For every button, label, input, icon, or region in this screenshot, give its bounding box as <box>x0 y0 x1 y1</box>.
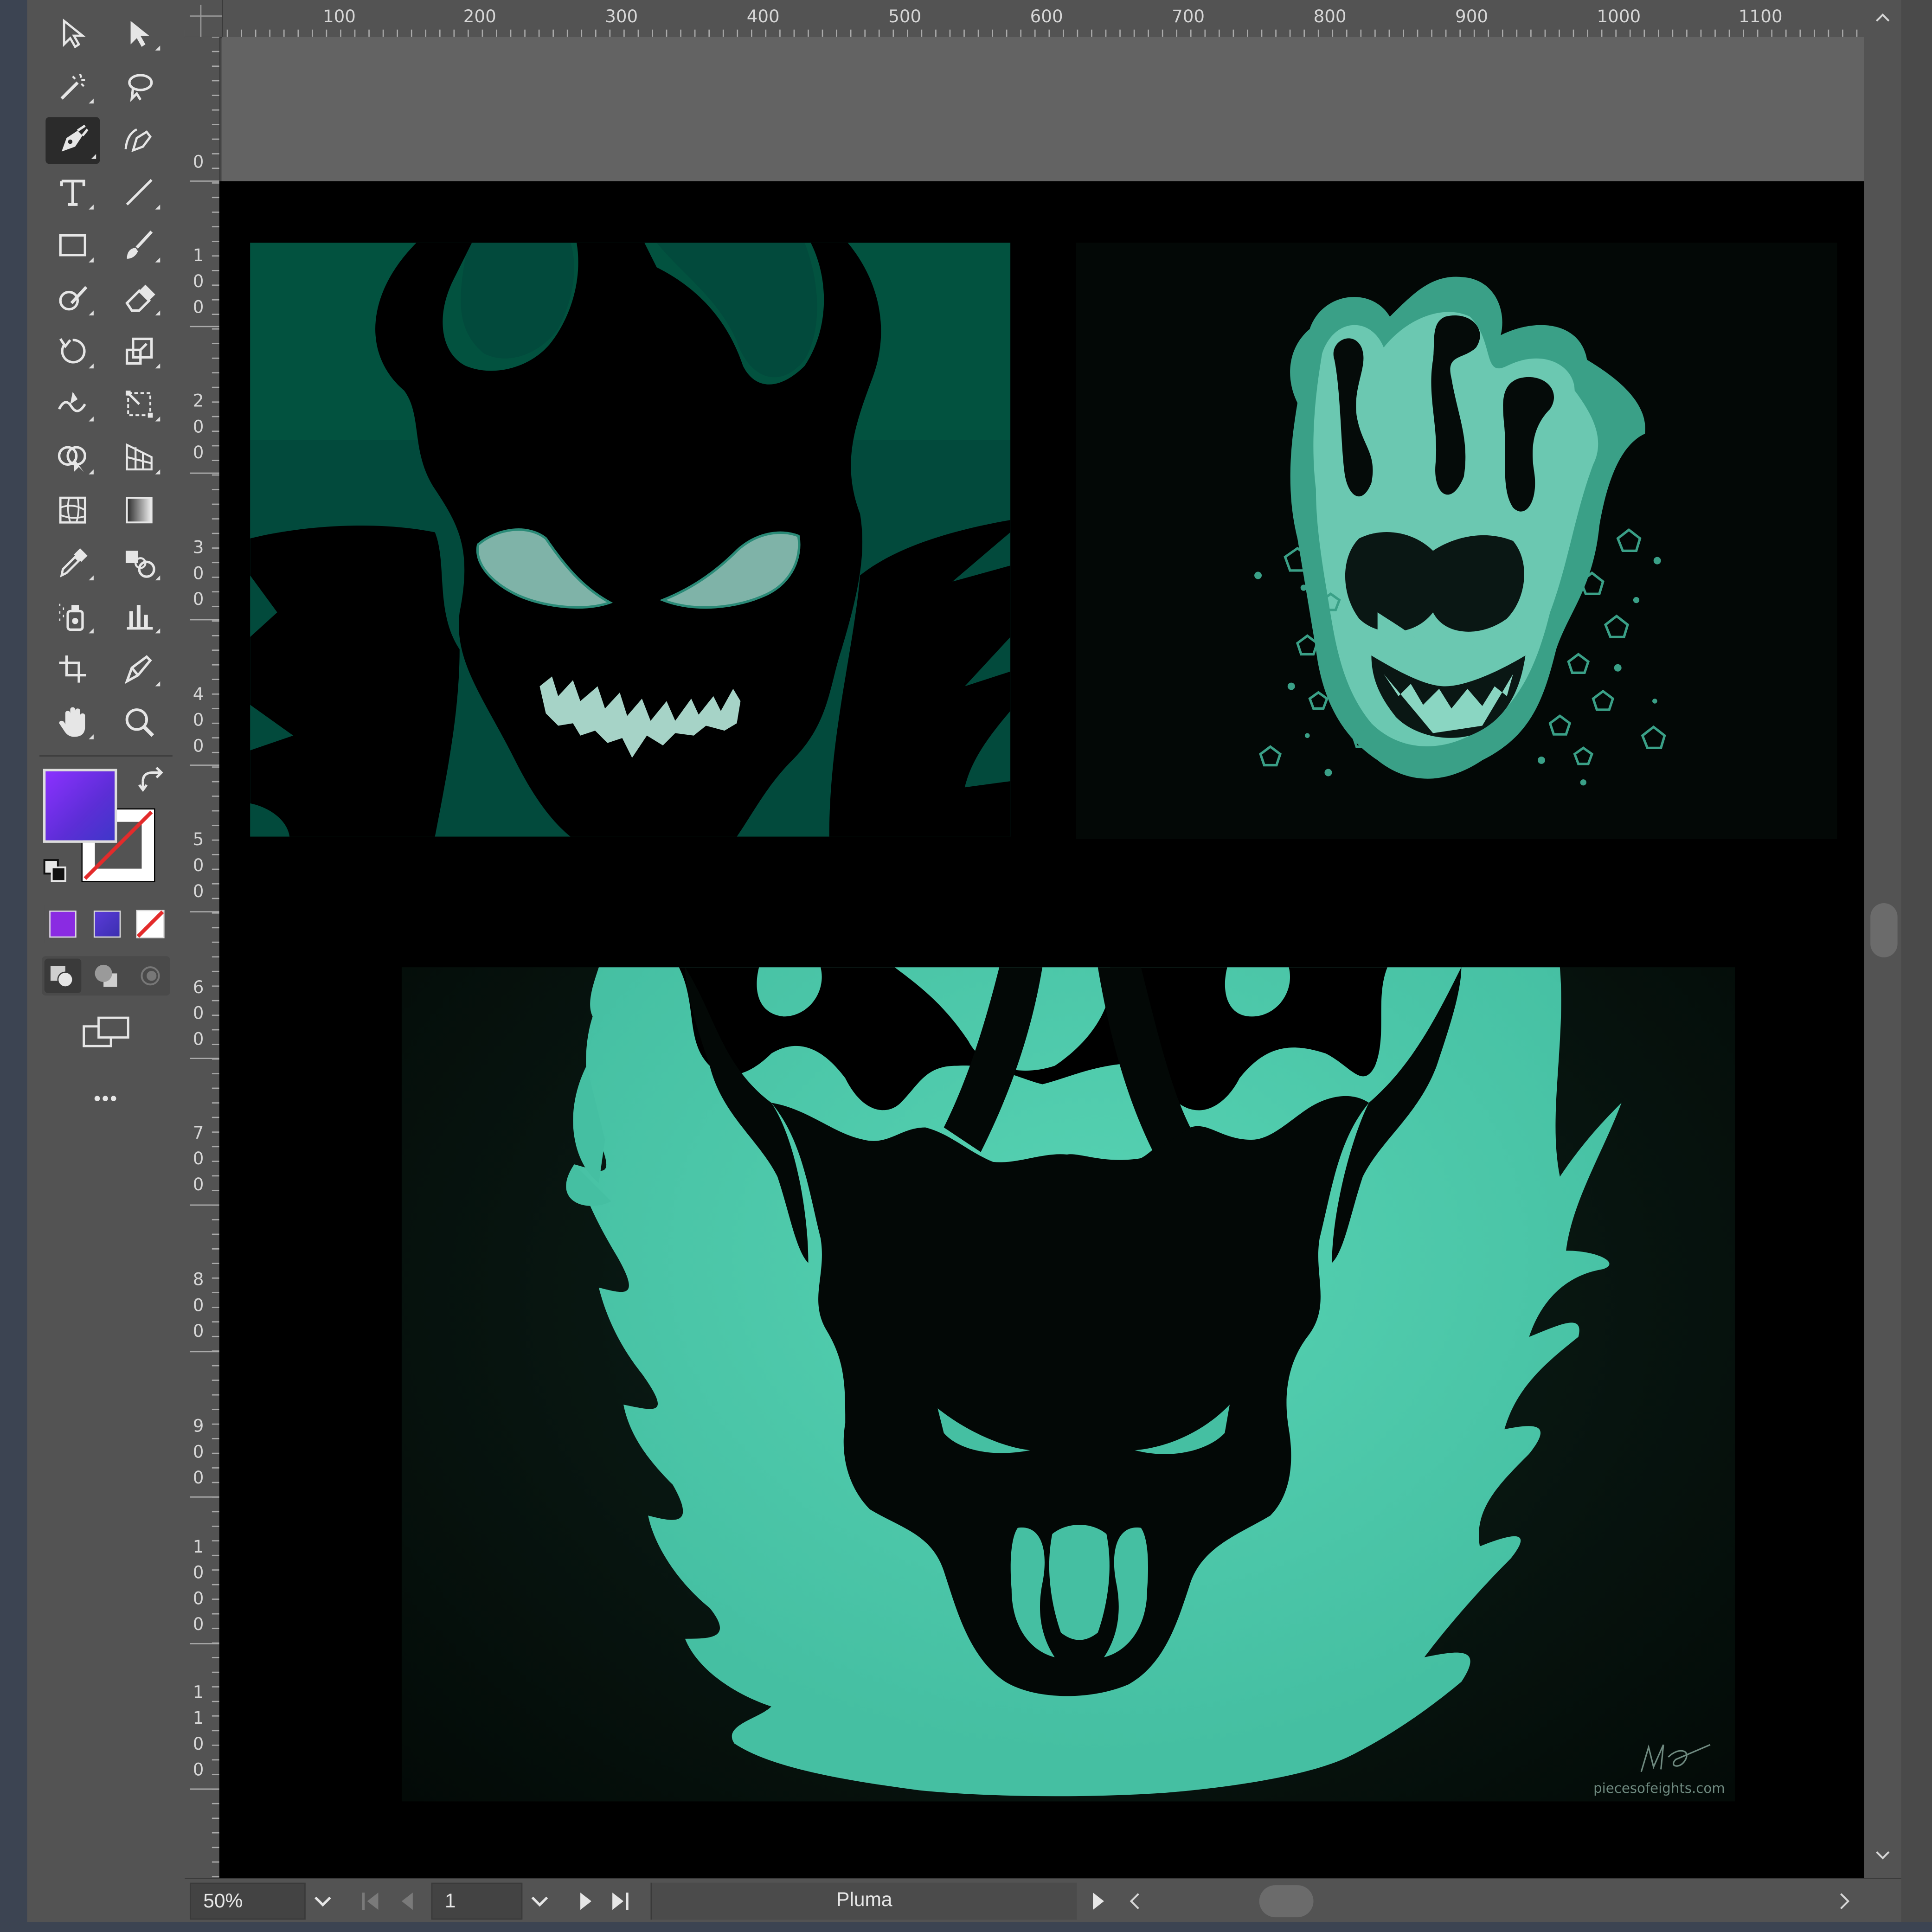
artboard[interactable]: piecesofeights.com <box>219 181 1864 1878</box>
paintbrush-tool-icon[interactable] <box>115 223 164 268</box>
ruler-top-label: 600 <box>1030 7 1063 27</box>
flaming-skull-graphic <box>566 967 1622 1797</box>
column-graph-tool-icon[interactable] <box>115 594 164 638</box>
spectral-face-graphic <box>1254 276 1666 786</box>
ruler-top-label: 300 <box>605 7 638 27</box>
ruler-top-label: 800 <box>1313 7 1347 27</box>
last-artboard-icon[interactable] <box>606 1887 633 1916</box>
shaper-tool-icon[interactable] <box>48 276 97 321</box>
free-transform-tool-icon[interactable] <box>115 382 164 426</box>
line-segment-tool-icon[interactable] <box>115 170 164 215</box>
artboard-dropdown-chevron-down-icon[interactable] <box>522 1883 557 1920</box>
toolbar-separator <box>39 755 173 757</box>
ruler-left-label: 3 0 0 <box>193 538 204 610</box>
rotate-tool-icon[interactable] <box>48 329 97 373</box>
swap-fill-stroke-icon[interactable] <box>135 766 167 798</box>
fill-swatch[interactable] <box>43 769 117 843</box>
shape-builder-tool-icon[interactable] <box>48 435 97 480</box>
ruler-left-label: 1 0 0 <box>193 246 204 318</box>
selection-tool-icon[interactable] <box>48 11 97 56</box>
direct-selection-tool-icon[interactable] <box>115 11 164 56</box>
draw-inside-icon[interactable] <box>133 959 170 993</box>
ruler-top-label: 100 <box>322 7 356 27</box>
pasteboard <box>222 37 1864 181</box>
ruler-top-label: 700 <box>1172 7 1205 27</box>
zoom-level-field[interactable]: 50% <box>190 1882 306 1920</box>
gradient-tool-icon[interactable] <box>115 488 164 533</box>
draw-behind-icon[interactable] <box>89 959 126 993</box>
artwork-flaming-skull[interactable]: piecesofeights.com <box>401 967 1735 1802</box>
ruler-top-label: 1100 <box>1738 7 1783 27</box>
signature-mark <box>1640 1744 1711 1772</box>
ruler-top-label: 1000 <box>1597 7 1641 27</box>
artwork-demon-silhouette[interactable] <box>250 243 1011 837</box>
ruler-origin[interactable] <box>185 0 223 39</box>
ruler-left-label: 4 0 0 <box>193 685 204 757</box>
ruler-origin-label: 0 <box>193 153 204 173</box>
ruler-left-label: 1 1 0 0 <box>193 1683 204 1781</box>
first-artboard-icon[interactable] <box>357 1887 384 1916</box>
ruler-left-label: 5 0 0 <box>193 830 204 902</box>
ruler-top-label: 400 <box>746 7 780 27</box>
pen-tool-icon[interactable] <box>45 117 100 164</box>
horizontal-scroll-thumb[interactable] <box>1259 1885 1314 1918</box>
status-menu-arrow-icon[interactable] <box>1085 1887 1111 1916</box>
ruler-left-label: 2 0 0 <box>193 392 204 463</box>
curvature-tool-icon[interactable] <box>115 117 164 161</box>
ruler-left-label: 9 0 0 <box>193 1417 204 1489</box>
ruler-top-label: 500 <box>888 7 922 27</box>
ruler-top-label: 200 <box>463 7 496 27</box>
scroll-right-icon[interactable] <box>1831 1887 1858 1916</box>
ruler-left-label: 8 0 0 <box>193 1270 204 1342</box>
window-left-edge <box>0 0 27 1932</box>
artwork-spectral-face[interactable] <box>1075 243 1837 839</box>
eraser-tool-icon[interactable] <box>115 276 164 321</box>
next-artboard-icon[interactable] <box>572 1887 599 1916</box>
artboard-tool-icon[interactable] <box>48 647 97 692</box>
edit-toolbar-button[interactable]: ••• <box>77 1089 136 1116</box>
ruler-top-label: 900 <box>1455 7 1489 27</box>
collapsed-panels-dock[interactable] <box>1901 0 1932 1932</box>
status-bar: 50% 1 Pluma <box>185 1878 1901 1924</box>
screen-mode-icon[interactable] <box>81 1014 130 1053</box>
warp-tool-icon[interactable] <box>48 382 97 426</box>
type-tool-icon[interactable] <box>48 170 97 215</box>
hand-tool-icon[interactable] <box>48 700 97 745</box>
ruler-left-label: 1 0 0 0 <box>193 1538 204 1635</box>
gradient-mode-button[interactable] <box>89 905 126 943</box>
symbol-sprayer-tool-icon[interactable] <box>48 594 97 638</box>
previous-artboard-icon[interactable] <box>394 1887 421 1916</box>
rectangle-tool-icon[interactable] <box>48 223 97 268</box>
lasso-tool-icon[interactable] <box>115 64 164 109</box>
none-mode-button[interactable] <box>132 905 169 943</box>
zoom-dropdown-chevron-down-icon[interactable] <box>306 1883 340 1920</box>
tools-panel: ••• <box>27 0 185 1932</box>
artist-signature: piecesofeights.com <box>1593 1780 1725 1797</box>
perspective-grid-tool-icon[interactable] <box>115 435 164 480</box>
scale-tool-icon[interactable] <box>115 329 164 373</box>
blend-tool-icon[interactable] <box>115 541 164 585</box>
scroll-left-icon[interactable] <box>1121 1887 1148 1916</box>
draw-normal-icon[interactable] <box>44 958 82 993</box>
ruler-left-label: 7 0 0 <box>193 1123 204 1195</box>
zoom-tool-icon[interactable] <box>115 700 164 745</box>
window-bottom-edge <box>0 1922 1932 1932</box>
mesh-tool-icon[interactable] <box>48 488 97 533</box>
vertical-scroll-thumb[interactable] <box>1870 903 1898 957</box>
demon-silhouette-graphic <box>250 243 1011 837</box>
default-colors-icon[interactable] <box>42 858 69 885</box>
ruler-left-label: 6 0 0 <box>193 978 204 1050</box>
eyedropper-tool-icon[interactable] <box>48 541 97 585</box>
magic-wand-tool-icon[interactable] <box>48 64 97 109</box>
artboard-number-field[interactable]: 1 <box>431 1882 523 1920</box>
illustrator-window: ••• 100 200 300 400 500 600 700 800 900 1000 1100 … <box>0 0 1932 1932</box>
slice-tool-icon[interactable] <box>115 647 164 692</box>
color-mode-button[interactable] <box>44 905 82 943</box>
current-tool-status[interactable]: Pluma <box>650 1882 1077 1920</box>
